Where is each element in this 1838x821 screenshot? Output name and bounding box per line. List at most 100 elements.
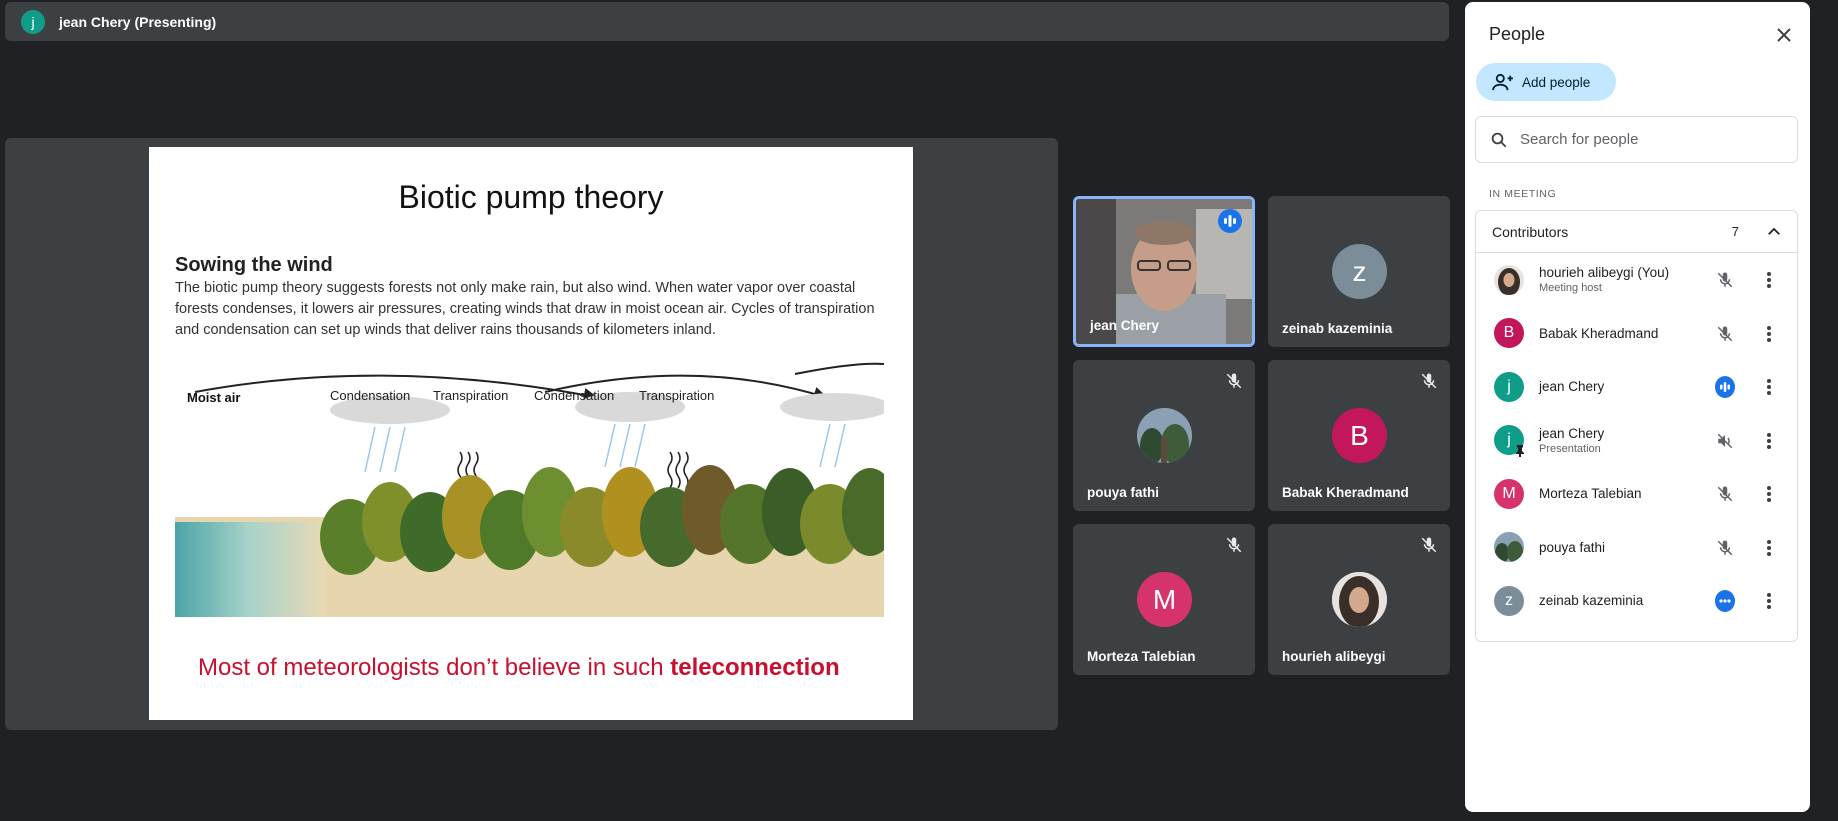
participant-info: jean Chery [1539,379,1604,394]
more-vert-icon [1767,593,1771,609]
speaking-icon [1715,376,1735,398]
presentation-stage[interactable]: Biotic pump theory Sowing the wind The b… [5,138,1058,730]
mic-off-button[interactable] [1715,538,1735,558]
avatar [1137,408,1192,463]
tile-name: pouya fathi [1087,485,1160,500]
people-panel: People Add people IN MEETING Contributor… [1465,2,1810,812]
add-person-icon [1492,73,1513,91]
more-options-button[interactable] [1759,484,1779,504]
participant-name: jean Chery [1539,425,1605,441]
participant-name: jean Chery [1539,379,1605,395]
avatar: M [1137,572,1192,627]
label-condensation-1: Condensation [330,388,410,403]
more-vert-icon [1767,486,1771,502]
participant-info: jean Chery Presentation [1539,426,1604,455]
more-options-button[interactable] [1759,591,1779,611]
participant-info: hourieh alibeygi (You) Meeting host [1539,265,1669,294]
participant-row[interactable]: pouya fathi [1476,521,1797,575]
presentation-audio-button[interactable] [1715,431,1735,451]
more-options-button[interactable] [1759,538,1779,558]
search-box[interactable] [1475,116,1798,163]
more-vert-icon [1767,325,1771,342]
participant-row[interactable]: j jean Chery Presentation [1476,414,1797,468]
mic-off-icon [1226,537,1242,553]
more-options-button[interactable] [1759,324,1779,344]
slide-footer-text: Most of meteorologists don’t believe in … [198,654,671,681]
more-options-button[interactable] [1759,270,1779,290]
avatar-letter: j [1507,431,1511,449]
panel-title: People [1489,24,1546,44]
tile-morteza-talebian[interactable]: M Morteza Talebian [1073,524,1255,675]
participant-name: hourieh alibeygi (You) [1539,265,1670,281]
forest-illustration: Moist air Condensation Transpiration Con… [175,362,884,617]
participant-info: Morteza Talebian [1539,486,1642,501]
participant-row[interactable]: hourieh alibeygi (You) Meeting host [1476,253,1797,307]
add-people-button[interactable]: Add people [1476,63,1616,101]
avatar [1332,572,1387,627]
group-label: Contributors [1492,223,1569,240]
tile-name: Morteza Talebian [1087,649,1196,664]
mic-off-icon [1421,373,1437,389]
speaking-indicator [1715,376,1735,398]
participant-row[interactable]: M Morteza Talebian [1476,467,1797,521]
search-input[interactable] [1520,131,1780,148]
more-options-button[interactable] [1759,431,1779,451]
contributors-header[interactable]: Contributors 7 [1476,211,1797,253]
more-horiz-icon [1715,590,1735,612]
tile-hourieh-alibeygi[interactable]: hourieh alibeygi [1268,524,1450,675]
group-count: 7 [1731,224,1739,239]
more-status-indicator [1715,590,1735,612]
close-icon [1777,28,1791,42]
mic-off-icon [1717,540,1733,555]
avatar: j [1494,425,1524,458]
tile-jean-chery[interactable]: jean Chery [1073,196,1255,347]
mic-off-icon [1717,486,1733,502]
section-label: IN MEETING [1489,188,1557,200]
avatar: B [1332,408,1387,463]
presenting-title: jean Chery (Presenting) [59,13,217,30]
participant-row[interactable]: j jean Chery [1476,360,1797,414]
mic-off-icon [1717,326,1733,341]
participant-role: Meeting host [1539,282,1602,295]
participant-info: pouya fathi [1539,540,1605,555]
mic-off-icon [1421,537,1437,553]
more-vert-icon [1767,272,1771,288]
tile-pouya-fathi[interactable]: pouya fathi [1073,360,1255,511]
mic-off-button[interactable] [1715,324,1735,344]
more-vert-icon [1767,379,1771,395]
tile-zeinab-kazeminia[interactable]: z zeinab kazeminia [1268,196,1450,347]
chevron-up-icon [1768,227,1780,235]
slide-subtitle: Sowing the wind [175,254,333,276]
presenting-bar: j jean Chery (Presenting) [5,2,1449,41]
label-moist-air: Moist air [187,390,240,405]
participant-row[interactable]: B Babak Kheradmand [1476,307,1797,361]
avatar [1494,532,1524,563]
mic-off-icon [1717,272,1733,288]
participant-name: Morteza Talebian [1539,486,1642,502]
contributors-group: Contributors 7 hourieh alibeygi (You) Me… [1475,210,1798,642]
slide-footer-bold: teleconnection [670,654,840,681]
participant-name: zeinab kazeminia [1539,593,1644,609]
participant-name: Babak Kheradmand [1539,325,1659,341]
label-transpiration-1: Transpiration [433,388,508,403]
avatar: B [1494,318,1524,349]
tile-name: jean Chery [1090,318,1160,333]
avatar: z [1332,244,1387,299]
participant-name: pouya fathi [1539,539,1606,555]
shared-slide: Biotic pump theory Sowing the wind The b… [149,147,913,720]
avatar: j [1494,371,1524,402]
search-icon [1491,132,1507,147]
tile-name: hourieh alibeygi [1282,649,1386,664]
mic-off-button[interactable] [1715,484,1735,504]
tile-name: Babak Kheradmand [1282,485,1409,500]
tile-babak-kheradmand[interactable]: B Babak Kheradmand [1268,360,1450,511]
more-options-button[interactable] [1759,377,1779,397]
participant-row[interactable]: z zeinab kazeminia [1476,574,1797,628]
pin-icon [1516,445,1524,458]
close-button[interactable] [1770,21,1798,49]
participant-info: zeinab kazeminia [1539,593,1643,608]
slide-title: Biotic pump theory [398,179,664,215]
label-condensation-2: Condensation [534,388,614,403]
mic-off-button[interactable] [1715,270,1735,290]
volume-off-icon [1717,433,1733,448]
